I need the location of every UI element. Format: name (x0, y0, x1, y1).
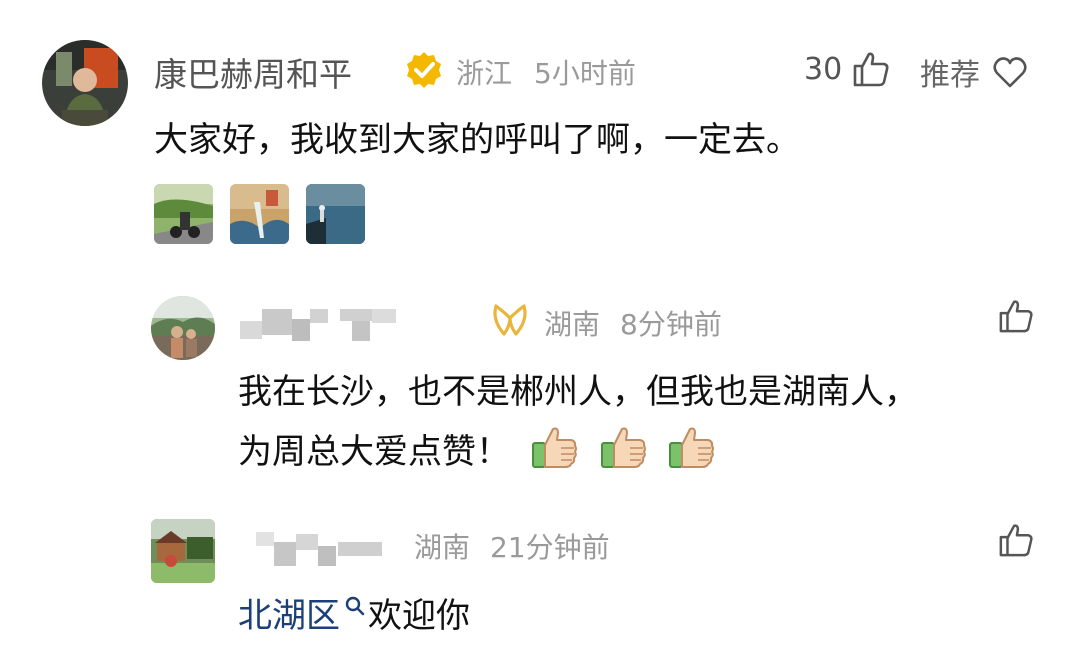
comment-image-thumbnail-1[interactable] (154, 184, 213, 244)
reply-2-time: 21分钟前 (490, 531, 610, 564)
thumbs-up-outline-icon[interactable] (998, 298, 1034, 334)
thumbs-up-emoji-icon (668, 425, 716, 478)
comment-location: 浙江 (456, 57, 513, 90)
reply-1-time: 8分钟前 (620, 308, 722, 341)
reply-2-text: 北湖区 欢迎你 (238, 586, 470, 637)
recommend-button[interactable]: 推荐 (920, 50, 1028, 94)
search-icon[interactable] (344, 586, 366, 626)
thumbs-up-outline-icon[interactable] (852, 50, 890, 88)
comment-author-name[interactable]: 康巴赫周和平 (154, 48, 352, 96)
location-topic-link[interactable]: 北湖区 (238, 596, 340, 636)
like-button[interactable]: 30 (804, 50, 890, 88)
comment-image-thumbnail-2[interactable] (230, 184, 289, 244)
reply-1-location: 湖南 (544, 308, 601, 341)
comment-text: 大家好，我收到大家的呼叫了啊，一定去。 (154, 120, 800, 160)
thumbs-up-outline-icon[interactable] (998, 522, 1034, 558)
reply-2-location: 湖南 (414, 531, 471, 564)
comment-time: 5小时前 (534, 57, 636, 90)
recommend-label: 推荐 (920, 58, 980, 93)
verified-badge-icon (405, 51, 443, 93)
reply-1-text-line-2: 为周总大爱点赞！ (238, 424, 716, 478)
comment-image-thumbnail-3[interactable] (306, 184, 365, 244)
reply-1-text-line-2-content: 为周总大爱点赞！ (238, 432, 510, 472)
avatar-reply-2[interactable] (151, 519, 215, 583)
reply-1-text-line-1: 我在长沙，也不是郴州人，但我也是湖南人， (238, 372, 918, 412)
reply-1-username-blurred[interactable] (240, 305, 405, 347)
reply-2-text-content: 欢迎你 (368, 596, 470, 636)
heart-outline-icon[interactable] (992, 55, 1028, 89)
thumbs-up-emoji-icon (600, 425, 648, 478)
reply-2-username-blurred[interactable] (256, 528, 386, 570)
avatar-comment-author[interactable] (42, 40, 128, 126)
membership-badge-icon (490, 302, 530, 342)
like-count: 30 (804, 51, 843, 87)
thumbs-up-emoji-icon (531, 425, 579, 478)
avatar-reply-1[interactable] (151, 296, 215, 360)
